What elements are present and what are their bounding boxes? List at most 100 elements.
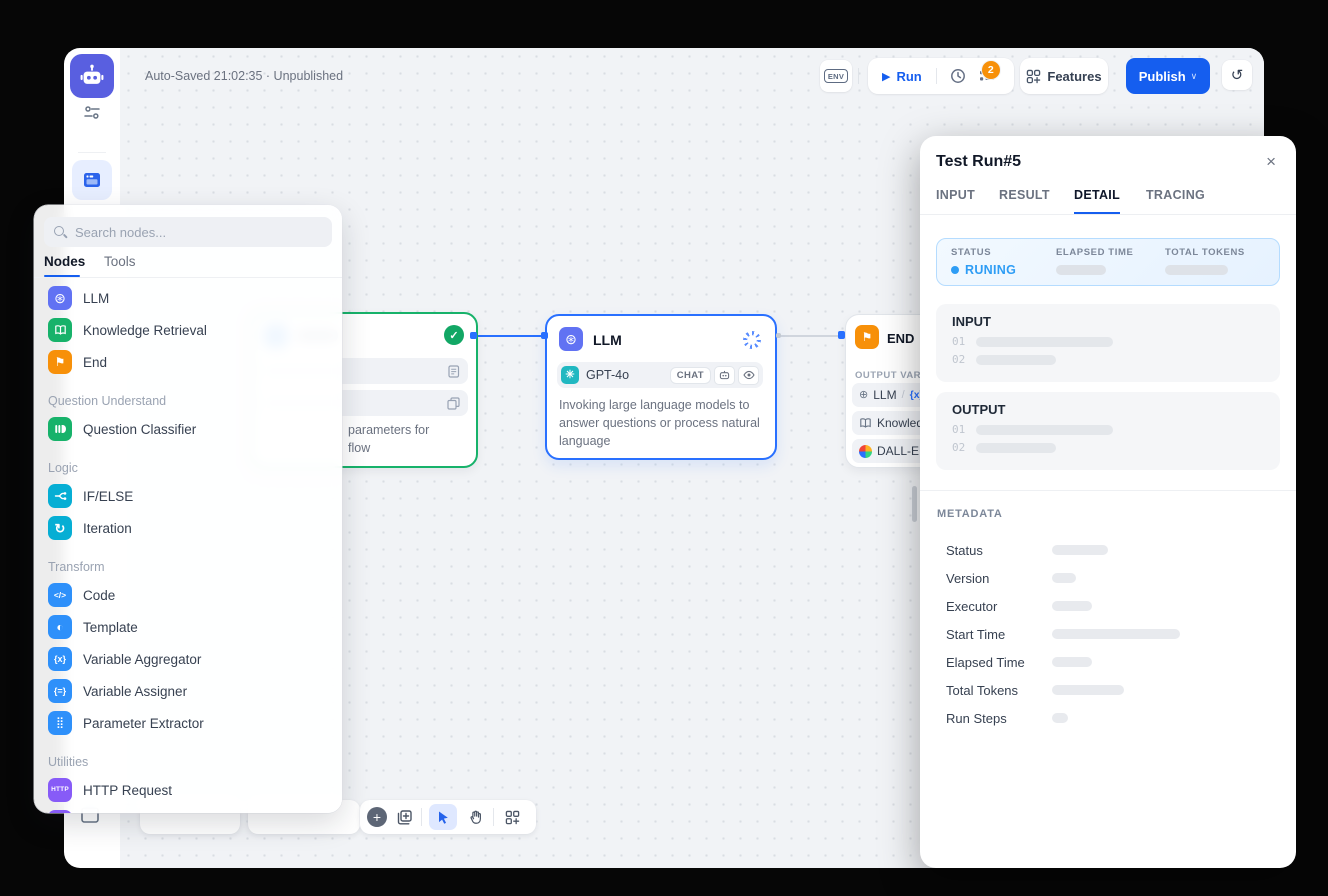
- node-item-template[interactable]: ◐ Template: [34, 611, 342, 643]
- pointer-mode-button[interactable]: [429, 804, 457, 830]
- node-item-iteration[interactable]: ↻ Iteration: [34, 512, 342, 544]
- status-label: STATUS: [951, 247, 991, 258]
- node-item-knowledge-retrieval[interactable]: Knowledge Retrieval: [34, 314, 342, 346]
- if-else-icon: [48, 484, 72, 508]
- input-skeleton: [976, 337, 1113, 347]
- tab-result[interactable]: RESULT: [999, 188, 1050, 202]
- run-history-icon[interactable]: [950, 68, 966, 84]
- run-status-card: STATUS ELAPSED TIME TOTAL TOKENS RUNING: [936, 238, 1280, 286]
- edge-handle[interactable]: [838, 331, 845, 339]
- success-check-icon: ✓: [444, 325, 464, 345]
- hand-mode-button[interactable]: [463, 809, 487, 825]
- meta-label-total-tokens: Total Tokens: [946, 683, 1018, 698]
- add-note-button[interactable]: [393, 809, 415, 826]
- toolbar-divider: [421, 808, 422, 826]
- group-header-transform: Transform: [34, 544, 342, 579]
- node-item-if-else[interactable]: IF/ELSE: [34, 480, 342, 512]
- dalle-icon: [859, 445, 872, 458]
- run-button[interactable]: Run: [896, 69, 921, 84]
- tab-tools[interactable]: Tools: [104, 254, 136, 269]
- end-node-icon: ⚑: [855, 325, 879, 349]
- add-node-button[interactable]: +: [367, 807, 387, 827]
- checklist-button[interactable]: 2: [979, 68, 995, 84]
- total-tokens-skeleton: [1165, 265, 1228, 275]
- rail-divider: [78, 152, 106, 153]
- loading-spinner-icon: [743, 331, 761, 349]
- model-selector[interactable]: ✳ GPT-4o CHAT: [557, 362, 763, 388]
- running-dot-icon: [951, 266, 959, 274]
- canvas-scrollbar[interactable]: [912, 486, 917, 522]
- active-tab-underline: [1074, 212, 1120, 214]
- node-item-variable-aggregator[interactable]: {x} Variable Aggregator: [34, 643, 342, 675]
- meta-skeleton: [1052, 545, 1108, 555]
- checklist-count-badge: 2: [981, 60, 1001, 80]
- output-skeleton: [976, 443, 1056, 453]
- meta-label-run-steps: Run Steps: [946, 711, 1007, 726]
- app-logo[interactable]: [70, 54, 114, 98]
- variable-aggregator-icon: {x}: [48, 647, 72, 671]
- search-input[interactable]: Search nodes...: [44, 217, 332, 247]
- row-index: 02: [952, 353, 965, 366]
- publish-button[interactable]: Publish ∨: [1126, 58, 1210, 94]
- edge-handle[interactable]: [541, 332, 548, 339]
- organize-nodes-button[interactable]: [500, 810, 524, 825]
- node-item-llm[interactable]: ⊛ LLM: [34, 282, 342, 314]
- meta-label-status: Status: [946, 543, 983, 558]
- node-item-code[interactable]: </> Code: [34, 579, 342, 611]
- chat-mode-badge: CHAT: [670, 367, 711, 384]
- run-panel-title: Test Run#5: [936, 153, 1021, 171]
- template-icon: ◐: [48, 615, 72, 639]
- hand-icon: [468, 809, 483, 825]
- llm-node-description: Invoking large language models to answer…: [559, 396, 765, 450]
- meta-skeleton: [1052, 657, 1092, 667]
- elapsed-time-skeleton: [1056, 265, 1106, 275]
- edge-llm-to-end[interactable]: [777, 335, 845, 337]
- note-plus-icon: [396, 809, 413, 826]
- node-item-variable-assigner[interactable]: {=} Variable Assigner: [34, 675, 342, 707]
- vision-eye-icon: [738, 366, 759, 385]
- edge-start-to-llm[interactable]: [474, 335, 546, 337]
- meta-label-executor: Executor: [946, 599, 997, 614]
- meta-label-version: Version: [946, 571, 989, 586]
- robot-badge-icon: [714, 366, 735, 385]
- env-button[interactable]: ENV: [820, 60, 852, 92]
- group-header-question-understand: Question Understand: [34, 378, 342, 413]
- edge-handle[interactable]: [776, 333, 781, 338]
- end-node-title: END: [887, 331, 914, 346]
- node-item-end[interactable]: ⚑ End: [34, 346, 342, 378]
- edge-handle[interactable]: [470, 332, 477, 339]
- features-button[interactable]: Features: [1020, 58, 1108, 94]
- active-tab-underline: [44, 275, 80, 277]
- total-tokens-label: TOTAL TOKENS: [1165, 247, 1245, 258]
- llm-node[interactable]: ⊛ LLM ✳ GPT-4o CHAT Invoking large langu: [545, 314, 777, 460]
- workflow-view-button[interactable]: [72, 160, 112, 200]
- tab-input[interactable]: INPUT: [936, 188, 975, 202]
- run-group-divider: [936, 68, 937, 84]
- layout-grid-icon: [505, 810, 520, 825]
- section-divider: [920, 490, 1296, 491]
- start-node-description: parameters for flow: [348, 421, 429, 457]
- node-item-parameter-extractor[interactable]: ⣿ Parameter Extractor: [34, 707, 342, 739]
- cursor-icon: [436, 810, 451, 825]
- play-icon: ▶: [882, 70, 890, 83]
- node-item-question-classifier[interactable]: Question Classifier: [34, 413, 342, 445]
- node-panel-tabs: Nodes Tools: [34, 251, 342, 278]
- document-icon: [448, 365, 460, 378]
- search-icon: [54, 226, 67, 239]
- tuning-icon[interactable]: [83, 105, 101, 120]
- parameter-extractor-icon: ⣿: [48, 711, 72, 735]
- row-index: 01: [952, 423, 965, 436]
- topbar-divider: [858, 68, 859, 84]
- node-item-list-operator[interactable]: ≡▿ List Operator: [34, 806, 342, 813]
- output-skeleton: [976, 425, 1113, 435]
- node-item-http-request[interactable]: HTTP HTTP Request: [34, 774, 342, 806]
- version-history-button[interactable]: ↺: [1222, 60, 1252, 90]
- tab-detail[interactable]: DETAIL: [1074, 188, 1120, 202]
- search-placeholder: Search nodes...: [75, 225, 166, 240]
- close-icon[interactable]: ×: [1266, 153, 1276, 170]
- tab-tracing[interactable]: TRACING: [1146, 188, 1205, 202]
- meta-skeleton: [1052, 713, 1068, 723]
- group-header-logic: Logic: [34, 445, 342, 480]
- tab-nodes[interactable]: Nodes: [44, 254, 85, 269]
- code-icon: </>: [48, 583, 72, 607]
